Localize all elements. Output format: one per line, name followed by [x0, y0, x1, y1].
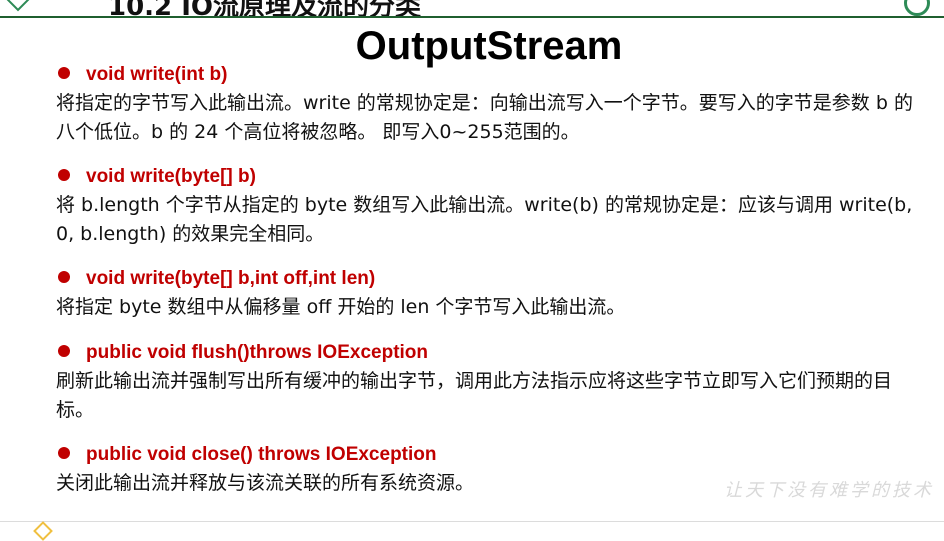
method-description: 将 b.length 个字节从指定的 byte 数组写入此输出流。write(b… [56, 194, 913, 245]
method-signature-text: void write(int b) [86, 64, 228, 85]
page-title: OutputStream [355, 24, 623, 68]
logo-icon [904, 0, 930, 16]
method-signature: public void close() throws IOException [58, 444, 437, 466]
footer-bar [0, 521, 944, 541]
watermark: 让天下没有难学的技术 [724, 480, 934, 501]
diamond-icon [33, 521, 53, 541]
header-bar: 10.2 IO流原理及流的分类 [0, 0, 944, 18]
bullet-icon [58, 67, 70, 79]
method-signature-text: void write(byte[] b,int off,int len) [86, 268, 376, 289]
section-title: 10.2 IO流原理及流的分类 [108, 0, 421, 18]
bullet-icon [58, 169, 70, 181]
method-signature: void write(int b) [58, 64, 227, 86]
method-description: 将指定 byte 数组中从偏移量 off 开始的 len 个字节写入此输出流。 [56, 296, 626, 318]
bullet-icon [58, 345, 70, 357]
method-signature: void write(byte[] b) [58, 166, 256, 188]
method-signature: public void flush()throws IOException [58, 342, 428, 364]
bullet-icon [58, 447, 70, 459]
diamond-icon [6, 0, 30, 12]
method-description: 将指定的字节写入此输出流。write 的常规协定是：向输出流写入一个字节。要写入… [56, 92, 913, 143]
method-signature-text: public void flush()throws IOException [86, 342, 429, 363]
bullet-icon [58, 271, 70, 283]
method-description: 刷新此输出流并强制写出所有缓冲的输出字节，调用此方法指示应将这些字节立即写入它们… [56, 370, 893, 421]
method-signature-text: public void close() throws IOException [86, 444, 437, 465]
method-signature: void write(byte[] b,int off,int len) [58, 268, 375, 290]
method-signature-text: void write(byte[] b) [86, 166, 256, 187]
